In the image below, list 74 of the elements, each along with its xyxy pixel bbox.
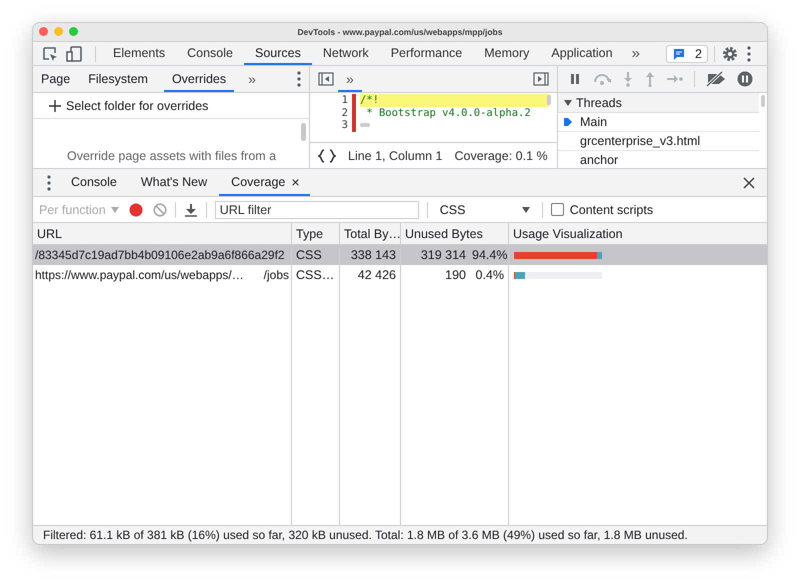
tab[interactable]: Console [176,42,244,65]
pause-on-exceptions-icon[interactable] [737,71,753,87]
message-icon [672,46,686,60]
show-navigator-icon[interactable] [318,72,334,86]
tab[interactable]: Performance [380,42,474,65]
pretty-print-icon[interactable] [318,148,336,162]
more-tabs-button[interactable]: » [624,45,648,62]
dropdown-triangle-icon [110,206,119,212]
tab[interactable]: Elements [102,42,176,65]
more-menu-icon[interactable] [745,44,753,62]
settings-icon[interactable] [721,44,739,62]
window-title: DevTools - www.paypal.com/us/webapps/mpp/jobs [298,27,502,37]
line-number: 3 [340,119,349,132]
override-message: Override page assets with files from a [67,149,276,163]
record-icon[interactable] [128,202,143,216]
url-cell: https://www.paypal.com/us/webapps/… [35,268,244,282]
more-menu-icon[interactable] [295,70,303,88]
thread-item[interactable]: Main [558,113,759,132]
deactivate-breakpoints-icon[interactable] [705,71,727,87]
total-bytes-cell: 338 143 [340,245,401,265]
device-toolbar-icon[interactable] [65,44,83,62]
column-header[interactable]: Unused Bytes [401,223,509,244]
scrollbar-thumb[interactable] [547,95,551,105]
table-row[interactable]: https://www.paypal.com/us/webapps/… /jobs CSS… 42 426 190 0.4% [33,265,767,285]
cursor-position: Line 1, Column 1 [348,148,443,162]
close-icon[interactable] [743,176,755,188]
more-tabs-button[interactable]: » [338,66,362,92]
scrollbar-thumb[interactable] [360,123,370,128]
unused-bytes-cell: 319 314 [420,248,466,262]
tab[interactable]: Page [39,66,80,92]
total-bytes-cell: 42 426 [340,265,401,285]
show-debugger-icon[interactable] [533,72,549,86]
more-tabs-button[interactable]: » [240,71,264,87]
expanded-triangle-icon [564,98,572,106]
url-filter-field[interactable]: URL filter [214,200,419,218]
more-menu-icon[interactable] [45,174,53,192]
tab[interactable]: What's New [128,169,220,196]
scrollbar-thumb[interactable] [301,123,306,141]
line-number: 2 [340,106,349,119]
url-cell-suffix: /jobs [264,268,289,282]
inspect-icon[interactable] [41,44,59,62]
select-folder-button[interactable]: Select folder for overrides [33,93,309,119]
tab[interactable]: Application [540,42,624,65]
download-icon[interactable] [184,202,198,216]
column-header[interactable]: Total By… [340,223,401,244]
tab[interactable]: Network [312,42,380,65]
type-filter-dropdown[interactable]: CSS [436,202,534,216]
type-cell: CSS [292,245,340,265]
code-line: * Bootstrap v4.0.0-alpha.2 [365,106,532,119]
tab[interactable]: Coverage × [219,169,310,196]
tab[interactable]: Console [59,169,129,196]
close-tab-button[interactable]: × [291,169,300,194]
coverage-text: Coverage: 0.1 % [454,148,548,162]
table-row[interactable]: /83345d7c19ad7bb4b09106e2ab9a6f866a29f2 CSS 338 143 319 314 94.4% [33,245,767,265]
unused-bytes-cell: 190 [445,268,466,282]
column-header[interactable]: URL [33,223,292,244]
line-number: 1 [340,94,349,106]
pause-icon[interactable] [568,72,582,86]
column-header[interactable]: Usage Visualization [509,223,767,244]
scrollbar-thumb[interactable] [761,95,765,107]
tab[interactable]: Memory [473,42,540,65]
thread-item[interactable]: grcenterprise_v3.html [558,132,759,151]
dropdown-triangle-icon [522,206,530,212]
column-header[interactable]: Type [292,223,340,244]
tab[interactable]: Filesystem [86,66,158,92]
tab[interactable]: Overrides [164,66,234,92]
content-scripts-checkbox[interactable]: Content scripts [550,202,654,216]
plus-icon [49,100,61,112]
issues-badge[interactable]: 2 [666,44,708,62]
url-cell: /83345d7c19ad7bb4b09106e2ab9a6f866a29f2 [35,248,285,262]
type-cell: CSS… [292,265,340,285]
unused-percent-cell-text: 0.4% [474,268,504,282]
status-bar: Filtered: 61.1 kB of 381 kB (16%) used so far, 320 kB unused. Total: 1.8 MB of 3.6 MB (49%) used so far, 1.8 MB unused. [33,525,767,544]
threads-section-header[interactable]: Threads [558,93,759,113]
